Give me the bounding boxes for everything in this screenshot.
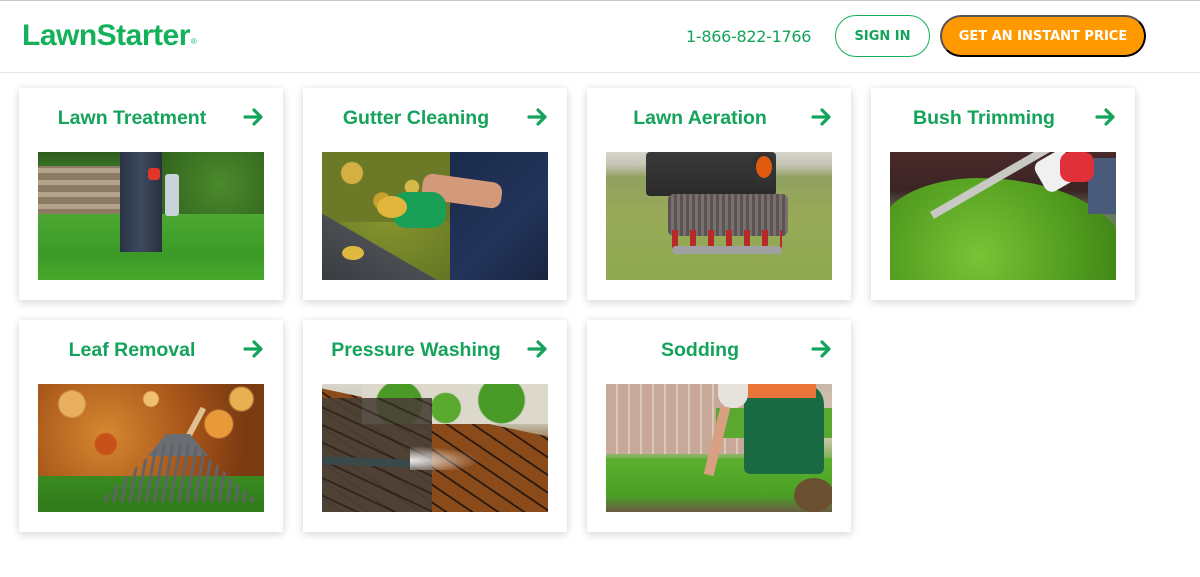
service-title: Gutter Cleaning <box>342 107 490 129</box>
arrow-right-icon <box>811 108 831 126</box>
site-header: LawnStarter® 1-866-822-1766 SIGN IN GET … <box>0 1 1200 73</box>
gutter-cleaning-photo <box>322 152 548 280</box>
service-card-bush-trimming[interactable]: Bush Trimming <box>871 88 1135 300</box>
service-title: Bush Trimming <box>913 107 1055 129</box>
service-card-leaf-removal[interactable]: Leaf Removal <box>19 320 283 532</box>
logo-text: LawnStarter <box>22 19 190 52</box>
pressure-washing-photo <box>322 384 548 512</box>
leaf-removal-photo <box>38 384 264 512</box>
arrow-right-icon <box>527 108 547 126</box>
service-title: Lawn Aeration <box>633 107 767 129</box>
arrow-right-icon <box>1095 108 1115 126</box>
service-card-pressure-washing[interactable]: Pressure Washing <box>303 320 567 532</box>
phone-number-link[interactable]: 1-866-822-1766 <box>686 26 811 48</box>
bush-trimming-photo <box>890 152 1116 280</box>
service-card-lawn-aeration[interactable]: Lawn Aeration <box>587 88 851 300</box>
arrow-right-icon <box>243 340 263 358</box>
service-title: Leaf Removal <box>68 339 196 361</box>
lawnstarter-logo[interactable]: LawnStarter® <box>22 18 197 54</box>
service-title: Pressure Washing <box>331 339 501 361</box>
service-card-lawn-treatment[interactable]: Lawn Treatment <box>19 88 283 300</box>
lawn-aeration-photo <box>606 152 832 280</box>
get-instant-price-button[interactable]: GET AN INSTANT PRICE <box>940 15 1146 57</box>
service-title: Sodding <box>661 339 739 361</box>
service-card-gutter-cleaning[interactable]: Gutter Cleaning <box>303 88 567 300</box>
sodding-photo <box>606 384 832 512</box>
arrow-right-icon <box>243 108 263 126</box>
sign-in-button[interactable]: SIGN IN <box>835 15 930 57</box>
service-title: Lawn Treatment <box>57 107 207 129</box>
lawn-treatment-photo <box>38 152 264 280</box>
service-card-sodding[interactable]: Sodding <box>587 320 851 532</box>
arrow-right-icon <box>811 340 831 358</box>
arrow-right-icon <box>527 340 547 358</box>
registered-mark: ® <box>190 37 197 46</box>
